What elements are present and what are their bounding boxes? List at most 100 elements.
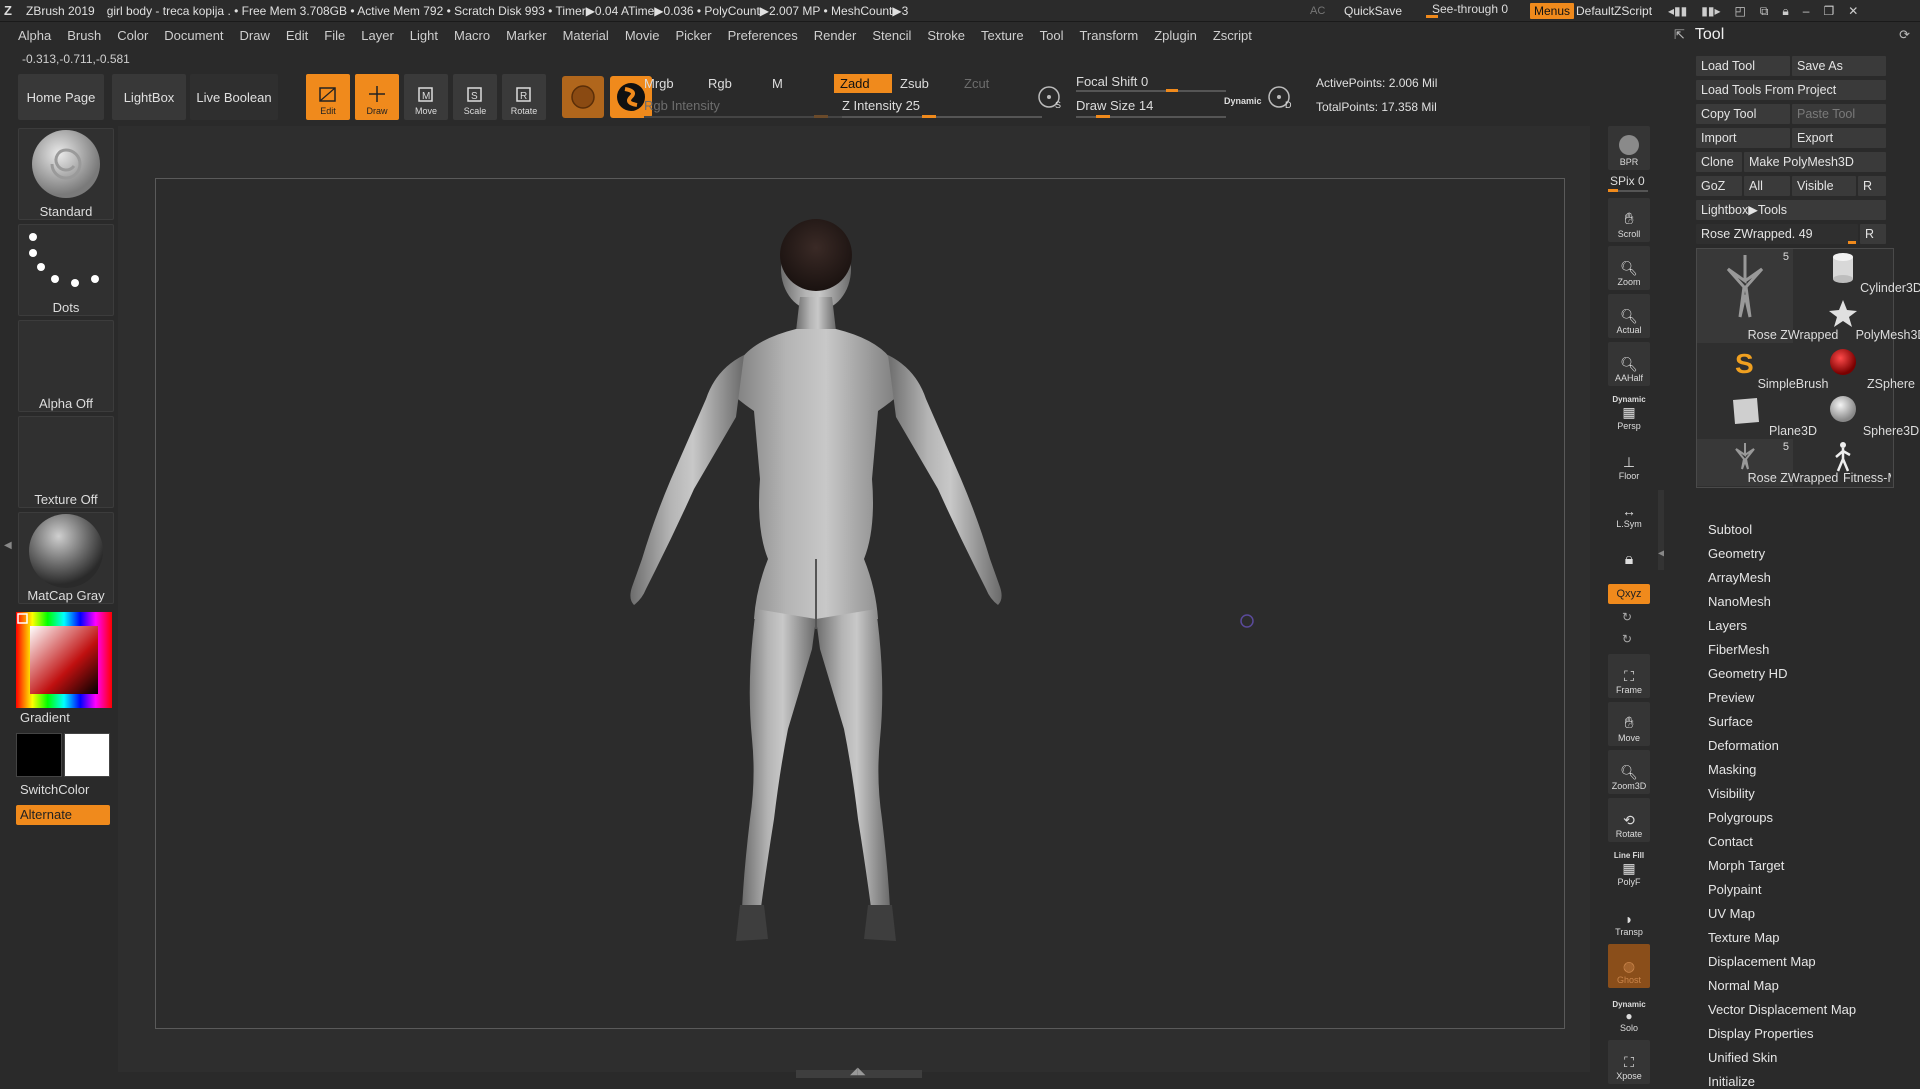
aahalf-button[interactable]: 🔍︎ AAHalf	[1608, 342, 1650, 386]
polyf-button[interactable]: Line Fill ▦ PolyF	[1608, 846, 1650, 890]
menu-color[interactable]: Color	[117, 28, 148, 43]
menu-zplugin[interactable]: Zplugin	[1154, 28, 1197, 43]
3d-viewport-canvas[interactable]	[155, 178, 1565, 1029]
dynamic-toggle[interactable]: Dynamic	[1224, 96, 1262, 106]
menu-texture[interactable]: Texture	[981, 28, 1024, 43]
local-symmetry-button[interactable]: ↔ L.Sym	[1608, 488, 1650, 532]
menu-file[interactable]: File	[324, 28, 345, 43]
lightbox-tools-button[interactable]: Lightbox▶Tools	[1696, 200, 1886, 220]
subpalette-fibermesh[interactable]: FiberMesh	[1708, 642, 1769, 657]
quicksave-button[interactable]: QuickSave	[1344, 4, 1402, 18]
subpalette-layers[interactable]: Layers	[1708, 618, 1747, 633]
menu-transform[interactable]: Transform	[1079, 28, 1138, 43]
tool-pin-icon[interactable]: ⇱	[1674, 27, 1685, 43]
rotate-z-icon[interactable]: ↻	[1622, 632, 1632, 646]
scale-mode-button[interactable]: S Scale	[453, 74, 497, 120]
rgb-intensity-slider[interactable]: Rgb Intensity	[644, 98, 720, 113]
subpalette-uv-map[interactable]: UV Map	[1708, 906, 1755, 921]
menu-layer[interactable]: Layer	[361, 28, 394, 43]
menu-draw[interactable]: Draw	[240, 28, 270, 43]
mrgb-toggle[interactable]: Mrgb	[644, 76, 674, 91]
menu-picker[interactable]: Picker	[676, 28, 712, 43]
lazy-mouse-button[interactable]: S	[1030, 76, 1072, 118]
menu-macro[interactable]: Macro	[454, 28, 490, 43]
z-intensity-slider[interactable]: Z Intensity 25	[842, 98, 920, 113]
subpalette-contact[interactable]: Contact	[1708, 834, 1753, 849]
menu-stencil[interactable]: Stencil	[872, 28, 911, 43]
menu-alpha[interactable]: Alpha	[18, 28, 51, 43]
color-picker[interactable]	[16, 612, 112, 708]
menu-zscript[interactable]: Zscript	[1213, 28, 1252, 43]
subpalette-visibility[interactable]: Visibility	[1708, 786, 1755, 801]
paste-tool-button[interactable]: Paste Tool	[1792, 104, 1886, 124]
gradient-label[interactable]: Gradient	[20, 710, 70, 725]
export-button[interactable]: Export	[1792, 128, 1886, 148]
subpalette-initialize[interactable]: Initialize	[1708, 1074, 1755, 1089]
subpalette-masking[interactable]: Masking	[1708, 762, 1756, 777]
subpalette-preview[interactable]: Preview	[1708, 690, 1754, 705]
save-as-button[interactable]: Save As	[1792, 56, 1886, 76]
switchcolor-button[interactable]: SwitchColor	[20, 782, 89, 797]
subpalette-displacement-map[interactable]: Displacement Map	[1708, 954, 1816, 969]
transp-button[interactable]: ◗ Transp	[1608, 896, 1650, 940]
lightbox-button[interactable]: LightBox	[112, 74, 186, 120]
left-tray-toggle-icon[interactable]: ◀	[4, 540, 12, 564]
stroke-selector[interactable]: Dots	[18, 224, 114, 316]
ui-layout-icon[interactable]: ◂▮▮	[1668, 4, 1687, 18]
menu-edit[interactable]: Edit	[286, 28, 308, 43]
tool-item-rose-zwrapped[interactable]: 5 Rose ZWrapped	[1697, 249, 1838, 343]
subpalette-geometry[interactable]: Geometry	[1708, 546, 1765, 561]
tool-item-simplebrush[interactable]: S SimpleBrush	[1697, 345, 1828, 392]
dynamic-draw-button[interactable]: D	[1260, 76, 1302, 118]
bpr-button[interactable]: BPR	[1608, 126, 1650, 170]
load-tools-from-project-button[interactable]: Load Tools From Project	[1696, 80, 1886, 100]
zcut-toggle[interactable]: Zcut	[964, 76, 989, 91]
persp-button[interactable]: Dynamic ▦ Persp	[1608, 390, 1650, 434]
texture-selector[interactable]: Texture Off	[18, 416, 114, 508]
subpalette-geometry-hd[interactable]: Geometry HD	[1708, 666, 1787, 681]
ui-layout2-icon[interactable]: ▮▮▸	[1701, 4, 1720, 18]
clone-button[interactable]: Clone	[1696, 152, 1742, 172]
xyz-symmetry-button[interactable]: Qxyz	[1608, 584, 1650, 604]
goz-button[interactable]: GoZ	[1696, 176, 1742, 196]
tool-refresh-icon[interactable]: ⟳	[1899, 27, 1910, 43]
rotate-mode-button[interactable]: R Rotate	[502, 74, 546, 120]
lock-view-button[interactable]: 🔒︎	[1608, 536, 1650, 572]
alternate-button[interactable]: Alternate	[16, 805, 110, 825]
rgb-toggle[interactable]: Rgb	[708, 76, 732, 91]
tool-item-sphere3d[interactable]: Sphere3D	[1795, 392, 1919, 439]
rotate-view-button[interactable]: ⟲ Rotate	[1608, 798, 1650, 842]
goz-r-button[interactable]: R	[1858, 176, 1886, 196]
live-boolean-button[interactable]: Live Boolean	[190, 74, 278, 120]
subpalette-vector-displacement-map[interactable]: Vector Displacement Map	[1708, 1002, 1856, 1017]
menu-light[interactable]: Light	[410, 28, 438, 43]
transparent-icon[interactable]: ◰	[1734, 4, 1745, 18]
tool-item-cylinder3d[interactable]: Cylinder3D	[1795, 249, 1920, 296]
subpalette-subtool[interactable]: Subtool	[1708, 522, 1752, 537]
spix-slider[interactable]: SPix 0	[1610, 174, 1645, 188]
draw-size-slider[interactable]: Draw Size 14	[1076, 98, 1153, 113]
current-tool-slider[interactable]: Rose ZWrapped. 49	[1696, 224, 1858, 244]
solo-button[interactable]: Dynamic ● Solo	[1608, 992, 1650, 1036]
move-view-button[interactable]: ✋︎ Move	[1608, 702, 1650, 746]
menu-document[interactable]: Document	[164, 28, 223, 43]
subpalette-deformation[interactable]: Deformation	[1708, 738, 1779, 753]
menu-marker[interactable]: Marker	[506, 28, 546, 43]
lock-icon[interactable]: 🔒︎	[1782, 4, 1788, 19]
scroll-button[interactable]: ✋︎ Scroll	[1608, 198, 1650, 242]
menu-brush[interactable]: Brush	[67, 28, 101, 43]
tool-item-fitness-model[interactable]: Fitness-Model-Sh	[1795, 439, 1891, 486]
zadd-toggle[interactable]: Zadd	[834, 74, 892, 93]
subpalette-texture-map[interactable]: Texture Map	[1708, 930, 1780, 945]
zoom3d-button[interactable]: 🔍︎ Zoom3D	[1608, 750, 1650, 794]
draw-mode-button[interactable]: Draw	[355, 74, 399, 120]
default-zscript-button[interactable]: DefaultZScript	[1576, 4, 1652, 18]
subpalette-normal-map[interactable]: Normal Map	[1708, 978, 1779, 993]
secondary-color-swatch[interactable]	[16, 733, 62, 777]
floor-button[interactable]: ⊥ Floor	[1608, 440, 1650, 484]
alpha-selector[interactable]: Alpha Off	[18, 320, 114, 412]
subpalette-polypaint[interactable]: Polypaint	[1708, 882, 1761, 897]
menu-movie[interactable]: Movie	[625, 28, 660, 43]
copy-ui-icon[interactable]: ⧉	[1760, 4, 1769, 19]
tool-item-plane3d[interactable]: Plane3D	[1697, 392, 1817, 439]
